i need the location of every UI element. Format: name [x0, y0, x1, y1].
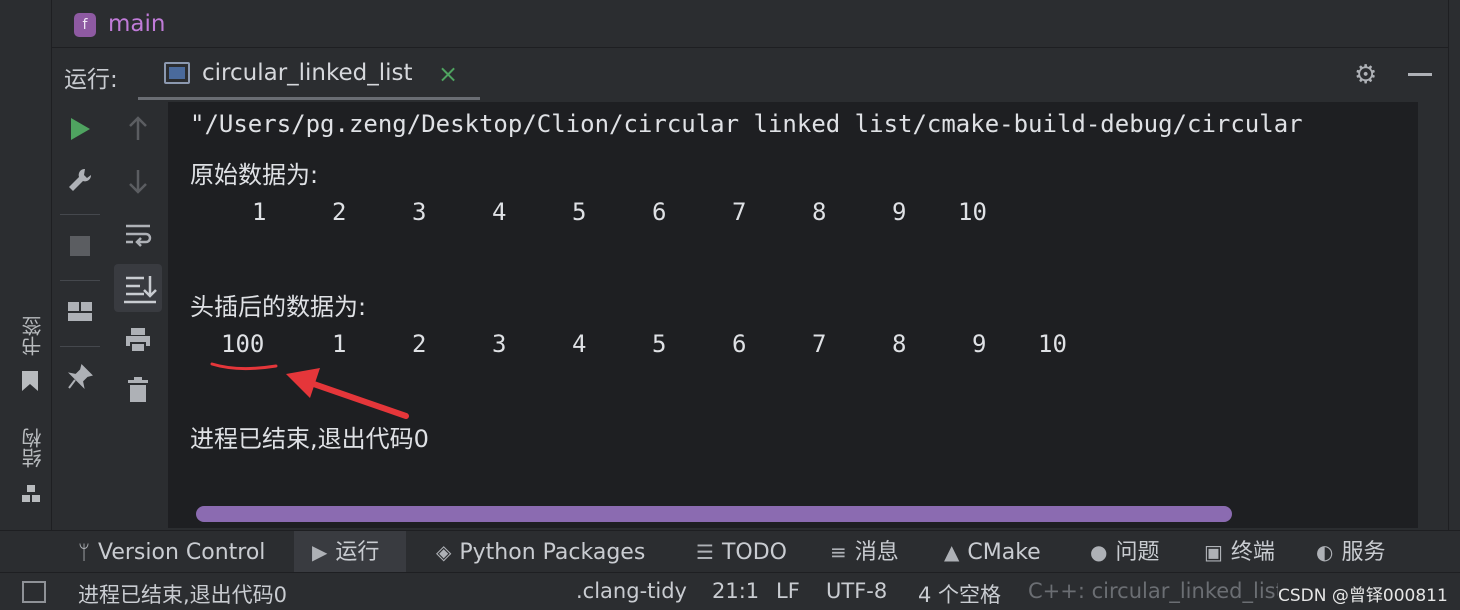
- toolbar-separator: [60, 280, 100, 281]
- tool-window-label: 终端: [1230, 540, 1275, 565]
- layout-icon[interactable]: [60, 300, 100, 330]
- stop-button[interactable]: [60, 234, 100, 265]
- file-bar: f main: [52, 0, 1448, 48]
- terminal-icon: ▣: [1204, 540, 1223, 564]
- message-icon: ≡: [830, 540, 847, 564]
- scrollbar-thumb[interactable]: [196, 506, 1232, 522]
- services-icon: ◐: [1316, 540, 1334, 564]
- tool-window-todo[interactable]: ☰ TODO: [684, 531, 799, 573]
- tool-window-terminal[interactable]: ▣ 终端: [1192, 531, 1287, 573]
- tool-window-label: 服务: [1341, 540, 1386, 565]
- status-cursor-position[interactable]: 21:1: [712, 579, 759, 603]
- structure-icon[interactable]: [21, 484, 40, 504]
- rerun-button[interactable]: [60, 116, 100, 149]
- bookmark-icon[interactable]: [21, 370, 39, 391]
- csdn-watermark: CSDN @曾铎000811: [1278, 586, 1448, 606]
- current-function-name[interactable]: main: [108, 11, 165, 37]
- annotation-underline: [210, 362, 278, 371]
- pin-icon[interactable]: [60, 364, 100, 397]
- alert-icon: ●: [1090, 540, 1108, 564]
- minimize-icon[interactable]: [1408, 73, 1432, 76]
- trash-icon[interactable]: [118, 376, 158, 411]
- tool-window-label: CMake: [967, 540, 1041, 565]
- left-side-strip: 书签 结构: [0, 0, 52, 530]
- window-right-edge: [1448, 0, 1460, 530]
- annotation-arrow-shaft: [305, 379, 409, 419]
- run-toolbar-secondary: [108, 102, 168, 528]
- tool-window-label: 问题: [1115, 540, 1160, 565]
- layers-icon: ◈: [436, 540, 452, 564]
- tool-window-label: Version Control: [98, 540, 266, 565]
- soft-wrap-icon[interactable]: [118, 222, 158, 255]
- list-icon: ☰: [696, 540, 714, 564]
- close-tab-button[interactable]: ×: [438, 60, 458, 88]
- wrench-icon[interactable]: [60, 166, 100, 201]
- structure-tab-label[interactable]: 结构: [18, 428, 47, 468]
- tool-window-run[interactable]: ▶ 运行: [294, 531, 406, 573]
- console-output[interactable]: "/Users/pg.zeng/Desktop/Clion/circular l…: [168, 102, 1418, 528]
- status-message[interactable]: 进程已结束,退出代码0: [78, 579, 287, 609]
- horizontal-scrollbar[interactable]: [168, 500, 1418, 528]
- play-icon: ▶: [312, 540, 328, 564]
- run-toolbar-primary: [52, 102, 108, 528]
- toggle-tool-windows-icon[interactable]: [22, 581, 46, 603]
- exit-message: 进程已结束,退出代码0: [190, 425, 429, 453]
- arrow-down-icon[interactable]: [118, 168, 158, 201]
- console-right-gutter: [1418, 102, 1448, 528]
- branch-icon: ᛘ: [78, 540, 90, 564]
- function-icon: f: [74, 13, 96, 37]
- tool-window-problems[interactable]: ● 问题: [1078, 531, 1171, 573]
- red-annotation: [210, 362, 409, 419]
- tool-window-messages[interactable]: ≡ 消息: [818, 531, 911, 573]
- arrow-up-icon[interactable]: [118, 116, 158, 149]
- tool-window-python-packages[interactable]: ◈ Python Packages: [424, 531, 657, 573]
- bookmarks-tab-label[interactable]: 书签: [18, 316, 47, 356]
- toolbar-separator: [60, 346, 100, 347]
- annotation-arrowhead: [286, 368, 320, 398]
- tool-window-bar: ᛘ Version Control ▶ 运行 ◈ Python Packages ☰ T…: [0, 530, 1460, 573]
- triangle-icon: ▲: [944, 540, 960, 564]
- tool-window-cmake[interactable]: ▲ CMake: [932, 531, 1053, 573]
- status-encoding[interactable]: UTF-8: [826, 579, 887, 603]
- tool-window-label: TODO: [721, 540, 787, 565]
- tool-window-services[interactable]: ◐ 服务: [1306, 531, 1395, 573]
- tool-window-label: 运行: [335, 540, 380, 565]
- toolbar-separator: [60, 214, 100, 215]
- console-window-icon: [164, 62, 190, 84]
- scroll-to-end-button[interactable]: [114, 264, 162, 312]
- status-linter[interactable]: .clang-tidy: [576, 579, 687, 603]
- tab-label: circular_linked_list: [202, 60, 413, 86]
- tab-circular-linked-list[interactable]: circular_linked_list ×: [138, 50, 480, 100]
- print-icon[interactable]: [118, 326, 158, 361]
- run-tab-bar: 运行: circular_linked_list × ⚙: [52, 48, 1448, 102]
- status-indent[interactable]: 4 个空格: [918, 579, 1001, 609]
- gear-icon[interactable]: ⚙: [1354, 60, 1377, 90]
- tool-window-version-control[interactable]: ᛘ Version Control: [66, 531, 277, 573]
- status-line-ending[interactable]: LF: [776, 579, 800, 603]
- run-panel-label: 运行:: [64, 67, 118, 93]
- tool-window-label: Python Packages: [459, 540, 646, 565]
- status-context[interactable]: C++: circular_linked_list: [1028, 579, 1278, 603]
- status-bar: 进程已结束,退出代码0 .clang-tidy 21:1 LF UTF-8 4 …: [0, 572, 1460, 610]
- tool-window-label: 消息: [854, 540, 899, 565]
